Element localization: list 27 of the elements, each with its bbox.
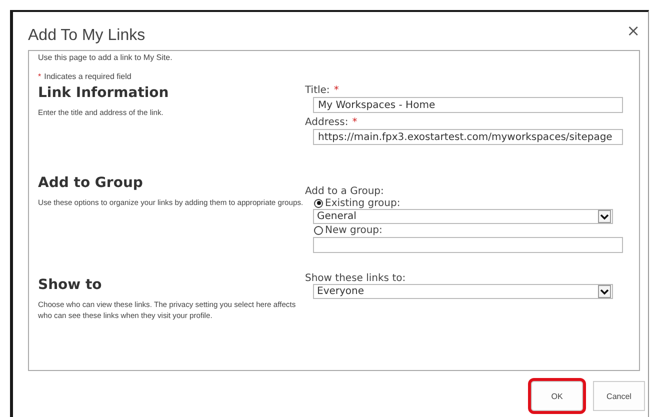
- caret-icon: [598, 285, 611, 298]
- section-heading: Show to: [38, 277, 103, 293]
- dialog-button[interactable]: OK: [531, 381, 583, 411]
- radio-label: Existing group:: [325, 198, 400, 208]
- dialog-title: Add To My Links: [28, 27, 146, 45]
- input-field[interactable]: [313, 237, 623, 253]
- dropdown[interactable]: Everyone: [313, 284, 613, 299]
- required-mark: *: [38, 72, 42, 81]
- dialog-button[interactable]: Cancel: [593, 381, 645, 411]
- input-field[interactable]: My Workspaces - Home: [313, 97, 623, 113]
- field-label: Add to a Group:: [305, 186, 384, 197]
- required-mark: *: [334, 85, 339, 96]
- field-label: Title:: [305, 85, 330, 96]
- section-heading: Add to Group: [38, 175, 144, 191]
- close-button[interactable]: ×: [626, 20, 640, 40]
- intro-text: Use this page to add a link to My Site.: [38, 53, 174, 62]
- section-heading: Link Information: [38, 85, 170, 101]
- radio-button[interactable]: [314, 226, 323, 234]
- required-note: Indicates a required field: [44, 72, 132, 81]
- dropdown[interactable]: General: [313, 209, 613, 224]
- required-mark: *: [352, 117, 358, 128]
- radio-button[interactable]: [314, 198, 323, 208]
- caret-icon: [598, 210, 611, 223]
- radio-label: New group:: [325, 224, 382, 236]
- input-field[interactable]: https://main.fpx3.exostartest.com/myworkspaces/sitepage: [313, 129, 623, 145]
- field-label: Address:: [305, 117, 348, 128]
- field-label: Show these links to:: [305, 273, 406, 284]
